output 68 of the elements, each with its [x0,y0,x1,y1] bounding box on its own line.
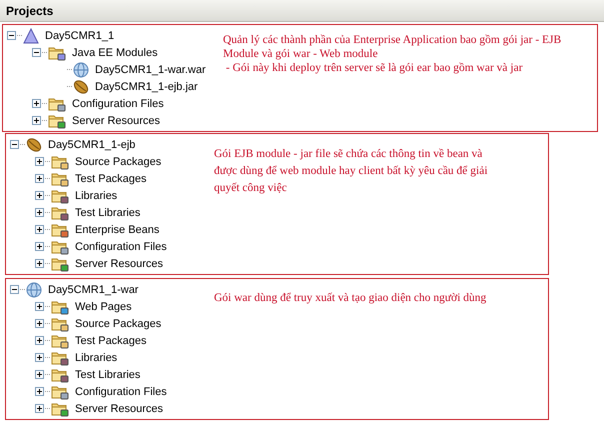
expand-toggle[interactable] [35,370,44,379]
globe-icon [73,62,89,78]
modules-folder-icon [48,44,66,60]
bean-icon [26,136,42,152]
server-folder-icon [48,112,66,128]
tree-item[interactable]: Source Packages [75,156,162,168]
package-folder-icon [51,332,69,348]
expand-toggle[interactable] [32,48,41,57]
tree-item[interactable]: Java EE Modules [72,46,158,58]
config-folder-icon [51,238,69,254]
config-folder-icon [48,96,66,112]
tree-item[interactable]: Libraries [75,190,118,202]
tree-item[interactable]: Libraries [75,352,118,364]
expand-toggle[interactable] [35,191,44,200]
tree-item[interactable]: Configuration Files [72,98,164,110]
tree-item[interactable]: Web Pages [75,300,132,312]
tree-item[interactable]: Day5CMR1_1-war.war [95,64,206,76]
tree-item[interactable]: Source Packages [75,318,162,330]
expand-toggle[interactable] [35,404,44,413]
tree-item[interactable]: Test Libraries [75,368,140,380]
expand-toggle[interactable] [35,336,44,345]
expand-toggle[interactable] [35,174,44,183]
library-folder-icon [51,204,69,220]
web-folder-icon [51,298,69,314]
config-folder-icon [51,384,69,400]
library-folder-icon [51,188,69,204]
expand-toggle[interactable] [35,259,44,268]
server-folder-icon [51,400,69,416]
expand-toggle[interactable] [35,242,44,251]
expand-toggle[interactable] [32,99,41,108]
tree-item[interactable]: Server Resources [75,258,164,270]
tree-item[interactable]: Configuration Files [75,386,167,398]
tree-item[interactable]: Day5CMR1_1-ejb [48,138,136,150]
triangle-icon [23,28,39,44]
expand-toggle[interactable] [10,140,19,149]
tree-item[interactable]: Day5CMR1_1-ejb.jar [95,80,198,92]
panel-title: Projects [6,4,54,18]
tree-item[interactable]: Server Resources [75,402,164,414]
annotation-text: Gói war dùng để truy xuất và tạo giao diện cho người dùng [214,291,486,305]
tree-item[interactable]: Server Resources [72,114,160,126]
expand-toggle[interactable] [7,31,16,40]
annotation-text: Quản lý các thành phần của Enterprise Application bao gồm gói jar - EJB Module và gói war - Web module - Gói này khi deploy trên server sẽ là gói ear bao gồm war và jar [222,33,562,75]
tree-item[interactable]: Day5CMR1_1 [45,30,114,42]
globe-icon [26,282,42,298]
expand-toggle[interactable] [10,285,19,294]
bean-icon [73,78,89,94]
package-folder-icon [51,154,69,170]
library-folder-icon [51,366,69,382]
tree-item[interactable]: Test Packages [75,172,147,184]
server-folder-icon [51,256,69,272]
tree-item[interactable]: Test Packages [75,334,147,346]
expand-toggle[interactable] [32,116,41,125]
expand-toggle[interactable] [35,387,44,396]
tree-item[interactable]: Test Libraries [75,206,140,218]
tree-item[interactable]: Enterprise Beans [75,224,160,236]
tree-item[interactable]: Configuration Files [75,240,167,252]
package-folder-icon [51,316,69,332]
beans-folder-icon [51,222,69,238]
tree-item[interactable]: Day5CMR1_1-war [48,284,138,296]
expand-toggle[interactable] [35,353,44,362]
expand-toggle[interactable] [35,157,44,166]
library-folder-icon [51,350,69,366]
expand-toggle[interactable] [35,319,44,328]
expand-toggle[interactable] [35,208,44,217]
annotation-text: Gói EJB module - jar file sẽ chứa các thông tin về bean và được dùng để web module hay client bất kỳ yêu cầu để giải quyết công việc [214,147,488,196]
expand-toggle[interactable] [35,302,44,311]
expand-toggle[interactable] [35,225,44,234]
package-folder-icon [51,170,69,186]
